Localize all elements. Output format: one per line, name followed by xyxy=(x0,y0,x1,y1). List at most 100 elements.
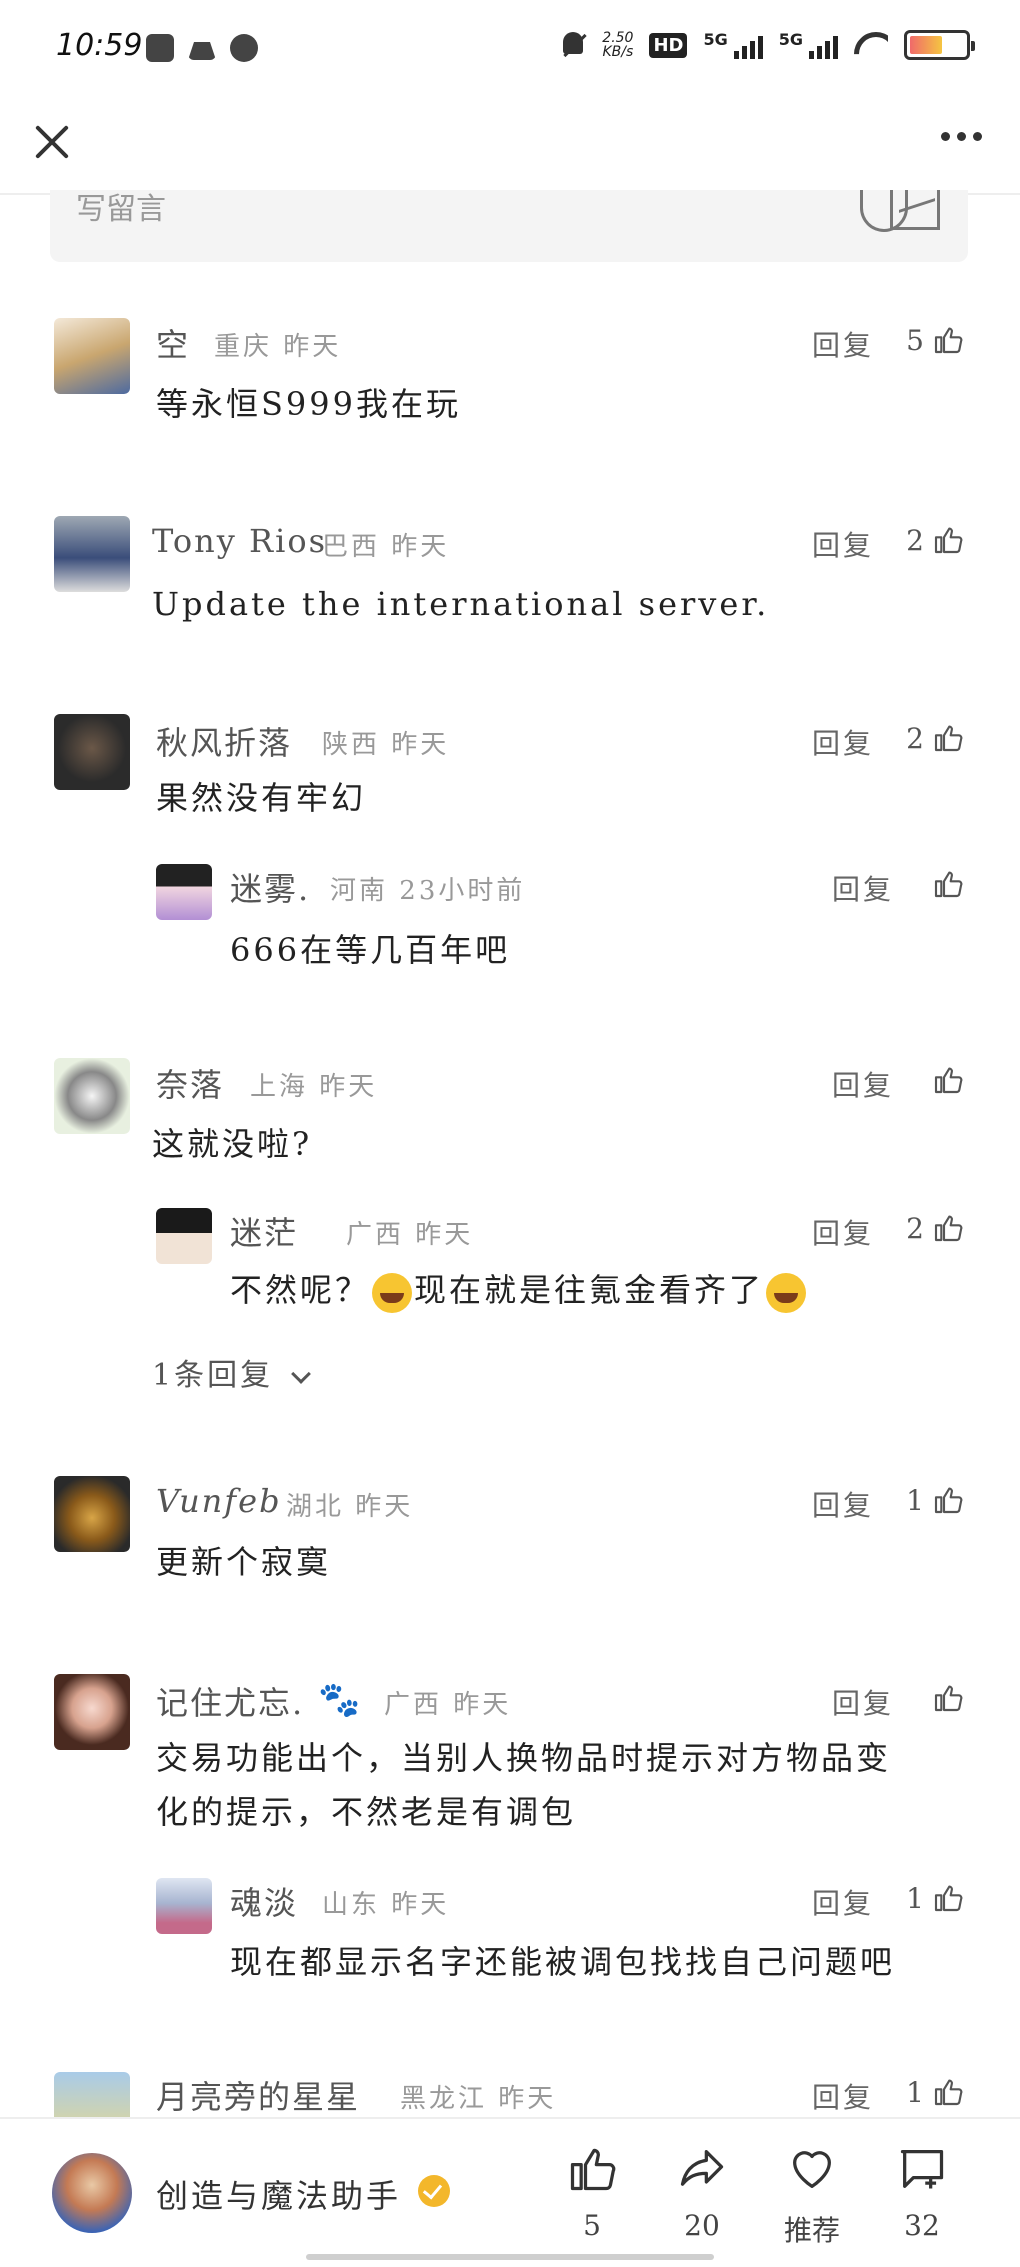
comment-text: 交易功能出个，当别人换物品时提示对方物品变 xyxy=(156,1739,892,1777)
comment-username[interactable]: 空 xyxy=(156,320,190,366)
laugh-cry-emoji-icon xyxy=(766,1272,807,1313)
expand-replies-button[interactable]: 1条回复 xyxy=(152,1350,311,1394)
comment-username[interactable]: 记住尤忘. xyxy=(156,1678,304,1724)
thumbs-up-icon[interactable] xyxy=(932,868,964,900)
like-count: 1 xyxy=(906,1484,924,1517)
avatar[interactable] xyxy=(54,714,130,790)
comment-username[interactable]: Tony Rios xyxy=(152,522,327,560)
heart-icon xyxy=(793,2151,831,2188)
reply-button[interactable]: 回复 xyxy=(812,1212,874,1252)
image-icon[interactable] xyxy=(890,190,940,230)
thumbs-up-icon[interactable] xyxy=(932,1064,964,1096)
comment-button[interactable]: 32 xyxy=(882,2143,962,2242)
thumbs-up-icon[interactable] xyxy=(932,1882,964,1914)
like-button[interactable]: 5 xyxy=(552,2143,632,2242)
comment-text: 果然没有牢幻 xyxy=(156,779,367,817)
reply-button[interactable]: 回复 xyxy=(812,1882,874,1922)
comment-meta: 湖北 昨天 xyxy=(286,1492,414,1522)
crown-icon xyxy=(188,42,216,60)
status-time: 10:59 xyxy=(56,28,143,63)
account-name[interactable]: 创造与魔法助手 xyxy=(156,2171,401,2217)
comment-username[interactable]: Vunfeb xyxy=(156,1482,282,1520)
thumbs-up-icon[interactable] xyxy=(932,722,964,754)
comment-text: 等永恒S999我在玩 xyxy=(156,385,462,423)
comment-meta: 黑龙江 昨天 xyxy=(400,2084,557,2114)
signal-icon xyxy=(809,31,838,59)
close-icon[interactable] xyxy=(28,118,76,166)
reply-button[interactable]: 回复 xyxy=(832,1682,894,1722)
comment-username[interactable]: 月亮旁的星星 xyxy=(156,2072,360,2117)
chat-bubble-icon xyxy=(230,34,258,62)
reply-button[interactable]: 回复 xyxy=(812,2076,874,2116)
status-indicators: 2.50 KB/s HD 5G 5G xyxy=(560,30,975,60)
account-avatar[interactable] xyxy=(52,2153,132,2233)
reply-username[interactable]: 魂淡 xyxy=(230,1878,298,1924)
thumbs-up-icon[interactable] xyxy=(932,324,964,356)
network-speed: 2.50 KB/s xyxy=(602,30,634,60)
avatar[interactable] xyxy=(54,1058,130,1134)
like-count: 1 xyxy=(906,2076,924,2109)
avatar[interactable] xyxy=(156,864,212,920)
comment-item: Tony Rios 巴西 昨天 回复 2 Update the internat… xyxy=(0,508,1020,648)
reply-username[interactable]: 迷雾. xyxy=(230,864,310,910)
bell-muted-icon xyxy=(560,30,586,60)
comment-meta: 上海 昨天 xyxy=(250,1072,378,1102)
comment-meta: 陕西 昨天 xyxy=(322,730,450,760)
reply-username[interactable]: 迷茫 xyxy=(230,1208,298,1254)
thumbs-up-icon xyxy=(570,2148,616,2191)
avatar[interactable] xyxy=(54,516,130,592)
more-options-icon[interactable] xyxy=(941,132,982,141)
thumbs-up-icon[interactable] xyxy=(932,1484,964,1516)
comment-item: Vunfeb 湖北 昨天 回复 1 更新个寂寞 xyxy=(0,1468,1020,1608)
like-count: 5 xyxy=(583,2209,601,2242)
avatar[interactable] xyxy=(156,1208,212,1264)
signal-icon xyxy=(733,31,763,59)
avatar[interactable] xyxy=(156,1878,212,1934)
sim1-label: 5G xyxy=(703,30,728,49)
avatar[interactable] xyxy=(54,318,130,394)
comment-item: 奈落 上海 昨天 回复 这就没啦? 迷茫 广西 昨天 回复 2 不然呢？ 现在就是… xyxy=(0,1052,1020,1402)
comment-username[interactable]: 秋风折落 xyxy=(156,718,292,764)
like-count: 1 xyxy=(906,1882,924,1915)
reply-button[interactable]: 回复 xyxy=(832,868,894,908)
comment-text-line2: 化的提示，不然老是有调包 xyxy=(156,1793,577,1831)
like-count: 2 xyxy=(906,524,924,557)
comment-meta: 重庆 昨天 xyxy=(214,332,342,362)
like-count: 2 xyxy=(906,1212,924,1245)
comment-text: 这就没啦? xyxy=(152,1125,313,1163)
reply-button[interactable]: 回复 xyxy=(812,524,874,564)
thumbs-up-icon[interactable] xyxy=(932,1682,964,1714)
reply-button[interactable]: 回复 xyxy=(812,324,874,364)
reply-button[interactable]: 回复 xyxy=(812,1484,874,1524)
reply-text: 666在等几百年吧 xyxy=(230,931,511,969)
thumbs-up-icon[interactable] xyxy=(932,2076,964,2108)
comment-item: 空 重庆 昨天 回复 5 等永恒S999我在玩 xyxy=(0,310,1020,450)
comment-username[interactable]: 奈落 xyxy=(156,1060,224,1106)
reply-button[interactable]: 回复 xyxy=(832,1064,894,1104)
share-button[interactable]: 20 xyxy=(662,2143,742,2242)
avatar[interactable] xyxy=(54,1674,130,1750)
comment-meta: 广西 昨天 xyxy=(384,1690,512,1720)
share-count: 20 xyxy=(684,2209,720,2242)
notification-icons xyxy=(146,34,258,62)
avatar[interactable] xyxy=(54,1476,130,1552)
paw-icon: 🐾 xyxy=(318,1680,361,1720)
app-notification-icon xyxy=(146,34,174,62)
recommend-button[interactable]: 推荐 xyxy=(772,2143,852,2249)
bottom-action-bar: 创造与魔法助手 5 20 推荐 32 xyxy=(0,2117,1020,2267)
comment-item: 月亮旁的星星 黑龙江 昨天 回复 1 xyxy=(0,2064,1020,2117)
wifi-icon xyxy=(854,32,888,58)
thumbs-up-icon[interactable] xyxy=(932,1212,964,1244)
comment-item: 记住尤忘. 🐾 广西 昨天 回复 交易功能出个，当别人换物品时提示对方物品变 化… xyxy=(0,1666,1020,2006)
thumbs-up-icon[interactable] xyxy=(932,524,964,556)
reply-text: 不然呢？ 现在就是往氪金看齐了 xyxy=(230,1264,808,1316)
comment-count: 32 xyxy=(904,2209,940,2242)
like-count: 2 xyxy=(906,722,924,755)
comment-input[interactable]: 写留言 xyxy=(50,190,968,262)
sim2-label: 5G xyxy=(778,30,803,49)
avatar[interactable] xyxy=(54,2072,130,2117)
verified-badge-icon xyxy=(418,2175,450,2207)
battery-icon xyxy=(904,30,975,60)
reply-button[interactable]: 回复 xyxy=(812,722,874,762)
home-indicator[interactable] xyxy=(306,2254,714,2260)
